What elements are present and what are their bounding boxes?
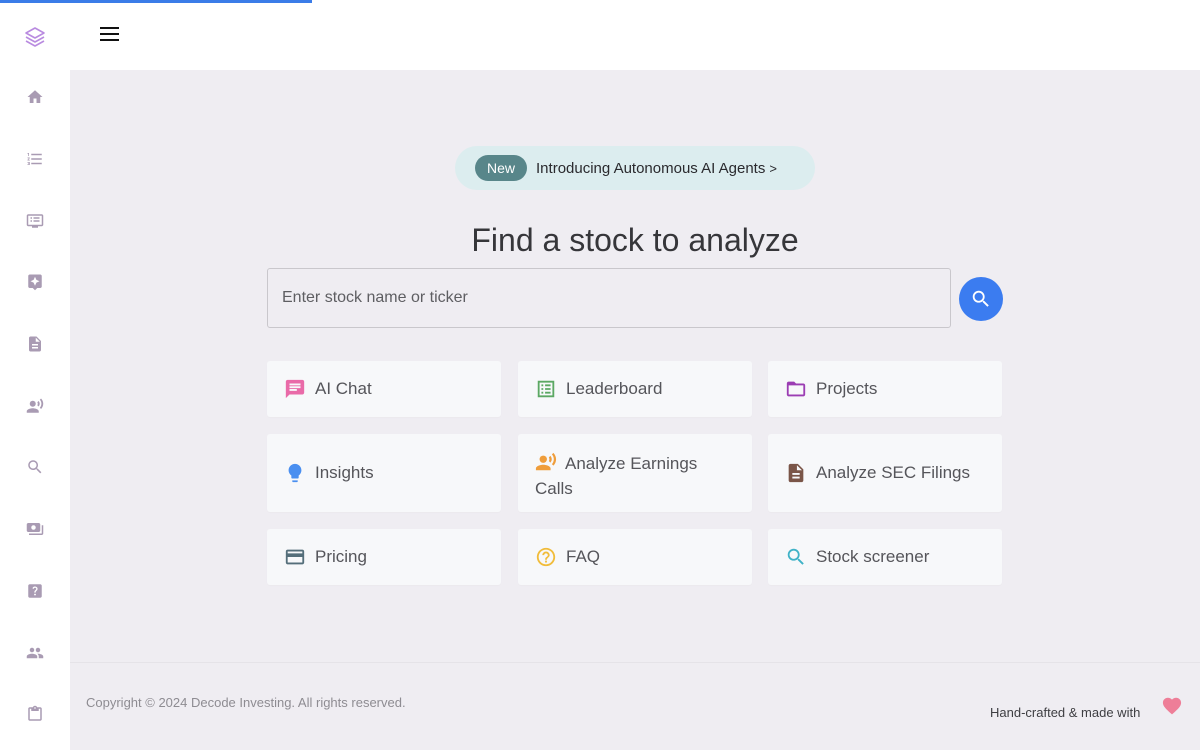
lightbulb-icon [284,462,306,484]
card-label: AI Chat [315,379,372,398]
card-label: FAQ [566,547,601,566]
card-projects[interactable]: Projects [768,361,1002,417]
hamburger-icon[interactable] [100,24,122,44]
card-analyze-sec-filings[interactable]: Analyze SEC Filings [768,434,1002,512]
new-badge: New [475,155,528,181]
page-title: Find a stock to analyze [471,222,799,258]
card-label: Leaderboard [566,379,663,398]
speaker-person-icon [535,451,557,473]
chevron-right-icon: > [769,160,777,176]
document-icon [29,336,41,352]
card-label: Stock screener [816,547,930,566]
search-icon [972,290,989,307]
sidebar-item-clipboard[interactable] [23,702,47,726]
stock-search-input[interactable] [267,268,951,328]
money-icon [26,523,44,535]
home-icon [27,90,43,103]
monitor-list-icon [26,214,44,228]
speaker-person-icon [26,398,44,413]
card-stock-screener[interactable]: Stock screener [768,529,1002,585]
search-icon [785,546,807,568]
clipboard-icon [28,705,42,721]
card-analyze-earnings-calls[interactable]: Analyze Earnings Calls [518,434,752,512]
table-icon [535,378,557,400]
announcement-text: Introducing Autonomous AI Agents [536,159,766,177]
heart-icon [1162,697,1182,715]
card-faq[interactable]: FAQ [518,529,752,585]
help-circle-icon [535,546,557,568]
card-insights[interactable]: Insights [267,434,501,512]
card-label: Projects [816,379,878,398]
sidebar-item-chat[interactable] [23,209,47,233]
top-bar [70,0,1200,70]
sparkle-chat-icon [28,274,42,291]
sidebar-item-documents[interactable] [23,332,47,356]
question-icon [28,584,42,598]
card-label: Insights [315,463,374,482]
search-icon [28,460,42,474]
card-leaderboard[interactable]: Leaderboard [518,361,752,417]
chat-icon [284,378,306,400]
page-loading-progress [0,0,312,3]
main-content: New Introducing Autonomous AI Agents > F… [70,70,1200,662]
sidebar-item-faq[interactable] [23,579,47,603]
card-label: Analyze Earnings Calls [535,454,698,498]
people-icon [26,647,44,659]
sidebar-item-earnings-calls[interactable] [23,394,47,418]
credit-card-icon [284,546,306,568]
sidebar-item-pricing[interactable] [23,517,47,541]
card-ai-chat[interactable]: AI Chat [267,361,501,417]
folder-icon [785,378,807,400]
card-pricing[interactable]: Pricing [267,529,501,585]
layers-icon[interactable] [23,25,47,49]
sidebar-item-community[interactable] [23,641,47,665]
numbered-list-icon [27,153,42,165]
sidebar [0,0,70,750]
copyright-text: Copyright © 2024 Decode Investing. All r… [86,695,406,710]
sidebar-item-search[interactable] [23,455,47,479]
card-label: Analyze SEC Filings [816,463,971,482]
search-button[interactable] [959,277,1003,321]
announcement-banner[interactable]: New Introducing Autonomous AI Agents > [455,146,815,190]
sidebar-item-home[interactable] [23,85,47,109]
sidebar-item-insights[interactable] [23,270,47,294]
document-icon [785,462,807,484]
card-label: Pricing [315,547,367,566]
sidebar-item-list[interactable] [23,147,47,171]
handcrafted-text: Hand-crafted & made with [990,705,1141,720]
footer-divider [70,662,1200,663]
